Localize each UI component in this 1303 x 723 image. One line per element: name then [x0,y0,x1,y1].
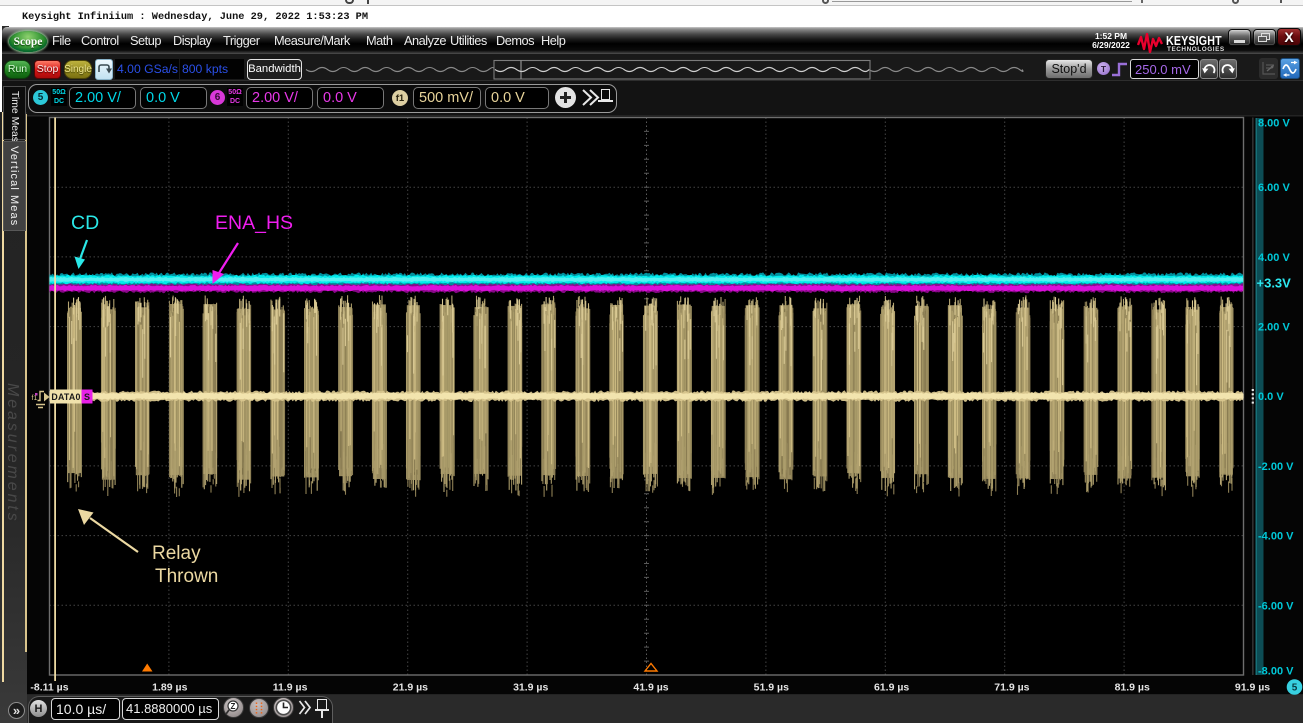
svg-text:Z: Z [231,702,236,711]
